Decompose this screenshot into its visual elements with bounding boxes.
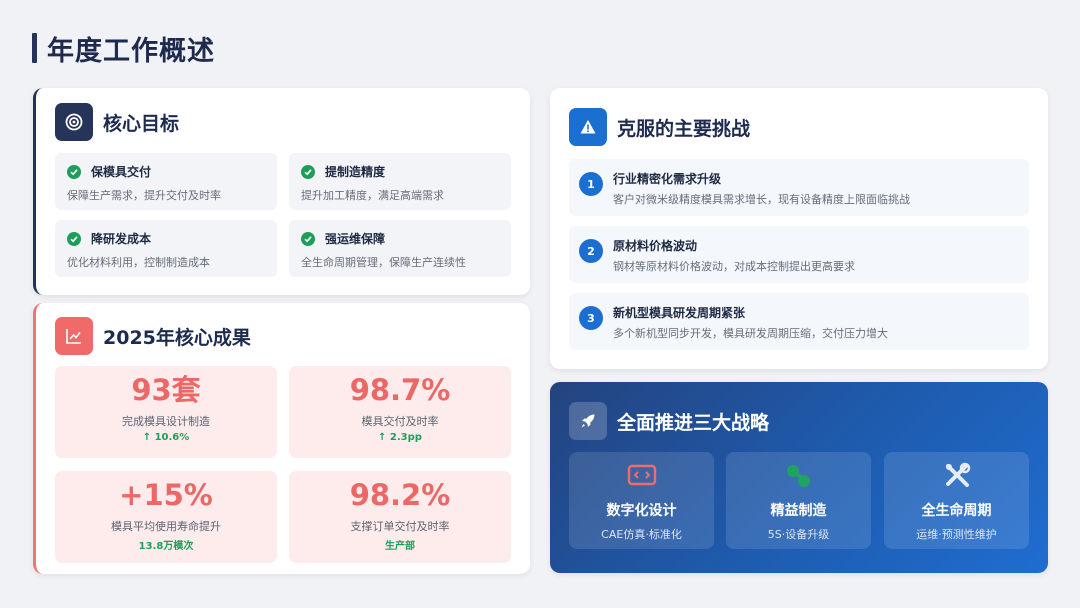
stat-change: 生产部 [385,541,415,552]
challenges-header: 克服的主要挑战 [569,108,750,146]
stat-value: 98.2% [349,478,451,512]
strategy-item-title: 精益制造 [770,503,827,519]
challenge-title: 原材料价格波动 [613,239,698,253]
challenges-card: 克服的主要挑战 1 行业精密化需求升级 客户对微米级精度模具需求增长，现有设备精… [550,88,1048,369]
result-stat: 93套 完成模具设计制造 ↑ 10.6% [55,366,277,458]
rocket-icon [569,402,607,440]
stat-change: 13.8万模次 [138,541,194,552]
stat-label: 模具交付及时率 [361,415,439,428]
goal-item: 提制造精度 提升加工精度，满足高端需求 [289,153,511,210]
check-circle-icon [301,231,315,246]
challenge-number: 3 [579,306,603,330]
strategy-item: 数字化设计 CAE仿真·标准化 [569,452,714,549]
stat-value: +15% [119,478,213,512]
challenges-title: 克服的主要挑战 [617,117,751,140]
core-results-card: 2025年核心成果 93套 完成模具设计制造 ↑ 10.6% 98.7% 模具交… [33,303,530,574]
check-circle-icon [67,164,81,179]
strategy-title: 全面推进三大战略 [617,411,770,434]
title-accent-bar [32,33,37,63]
goal-title: 降研发成本 [91,232,152,246]
page-title-text: 年度工作概述 [47,35,215,67]
goal-desc: 保障生产需求，提升交付及时率 [67,189,221,202]
target-icon [55,103,93,141]
core-goals-title: 核心目标 [103,112,180,135]
goal-item: 降研发成本 优化材料利用，控制制造成本 [55,220,277,277]
link-icon [726,462,871,490]
challenge-title: 行业精密化需求升级 [613,172,722,186]
stat-value: 98.7% [349,373,451,407]
challenge-title: 新机型模具研发周期紧张 [613,306,746,320]
challenge-desc: 客户对微米级精度模具需求增长，现有设备精度上限面临挑战 [613,193,910,206]
core-goals-card: 核心目标 保模具交付 保障生产需求，提升交付及时率 提制造精度 提升加工精度，满… [33,88,530,295]
stat-change: ↑ 10.6% [142,432,190,443]
code-window-icon [569,462,714,490]
strategy-item-desc: 运维·预测性维护 [916,528,997,541]
goal-desc: 提升加工精度，满足高端需求 [301,189,444,202]
goal-desc: 全生命周期管理，保障生产连续性 [301,256,466,269]
challenge-desc: 多个新机型同步开发，模具研发周期压缩，交付压力增大 [613,327,888,340]
check-circle-icon [67,231,81,246]
challenge-desc: 钢材等原材料价格波动，对成本控制提出更高要求 [613,260,855,273]
strategy-card: 全面推进三大战略 数字化设计 CAE仿真·标准化 精益制造 5S·设备升级 全生… [550,382,1048,573]
strategy-item-desc: CAE仿真·标准化 [601,528,682,541]
strategy-item-title: 数字化设计 [606,503,677,519]
goal-item: 强运维保障 全生命周期管理，保障生产连续性 [289,220,511,277]
core-results-title: 2025年核心成果 [103,326,251,349]
goal-title: 保模具交付 [91,165,152,179]
warning-icon [569,108,607,146]
stat-label: 完成模具设计制造 [122,415,210,428]
goal-desc: 优化材料利用，控制制造成本 [67,256,210,269]
challenge-number: 2 [579,239,603,263]
goal-title: 提制造精度 [325,165,386,179]
core-goals-header: 核心目标 [55,103,179,141]
challenge-item: 1 行业精密化需求升级 客户对微米级精度模具需求增长，现有设备精度上限面临挑战 [569,159,1029,216]
strategy-item-title: 全生命周期 [921,503,992,519]
challenge-number: 1 [579,172,603,196]
stat-change: ↑ 2.3pp [378,432,422,443]
stat-value: 93套 [131,373,201,407]
check-circle-icon [301,164,315,179]
goal-title: 强运维保障 [325,232,386,246]
challenge-item: 3 新机型模具研发周期紧张 多个新机型同步开发，模具研发周期压缩，交付压力增大 [569,293,1029,350]
tools-icon [884,462,1029,490]
core-results-header: 2025年核心成果 [55,317,251,355]
page-title: 年度工作概述 [32,30,215,67]
strategy-item: 精益制造 5S·设备升级 [726,452,871,549]
goal-item: 保模具交付 保障生产需求，提升交付及时率 [55,153,277,210]
stat-label: 模具平均使用寿命提升 [111,520,221,533]
stat-label: 支撑订单交付及时率 [350,520,450,533]
result-stat: 98.7% 模具交付及时率 ↑ 2.3pp [289,366,511,458]
result-stat: +15% 模具平均使用寿命提升 13.8万模次 [55,471,277,563]
challenge-item: 2 原材料价格波动 钢材等原材料价格波动，对成本控制提出更高要求 [569,226,1029,283]
strategy-header: 全面推进三大战略 [569,402,769,440]
strategy-item: 全生命周期 运维·预测性维护 [884,452,1029,549]
trend-chart-icon [55,317,93,355]
result-stat: 98.2% 支撑订单交付及时率 生产部 [289,471,511,563]
strategy-item-desc: 5S·设备升级 [767,528,830,541]
